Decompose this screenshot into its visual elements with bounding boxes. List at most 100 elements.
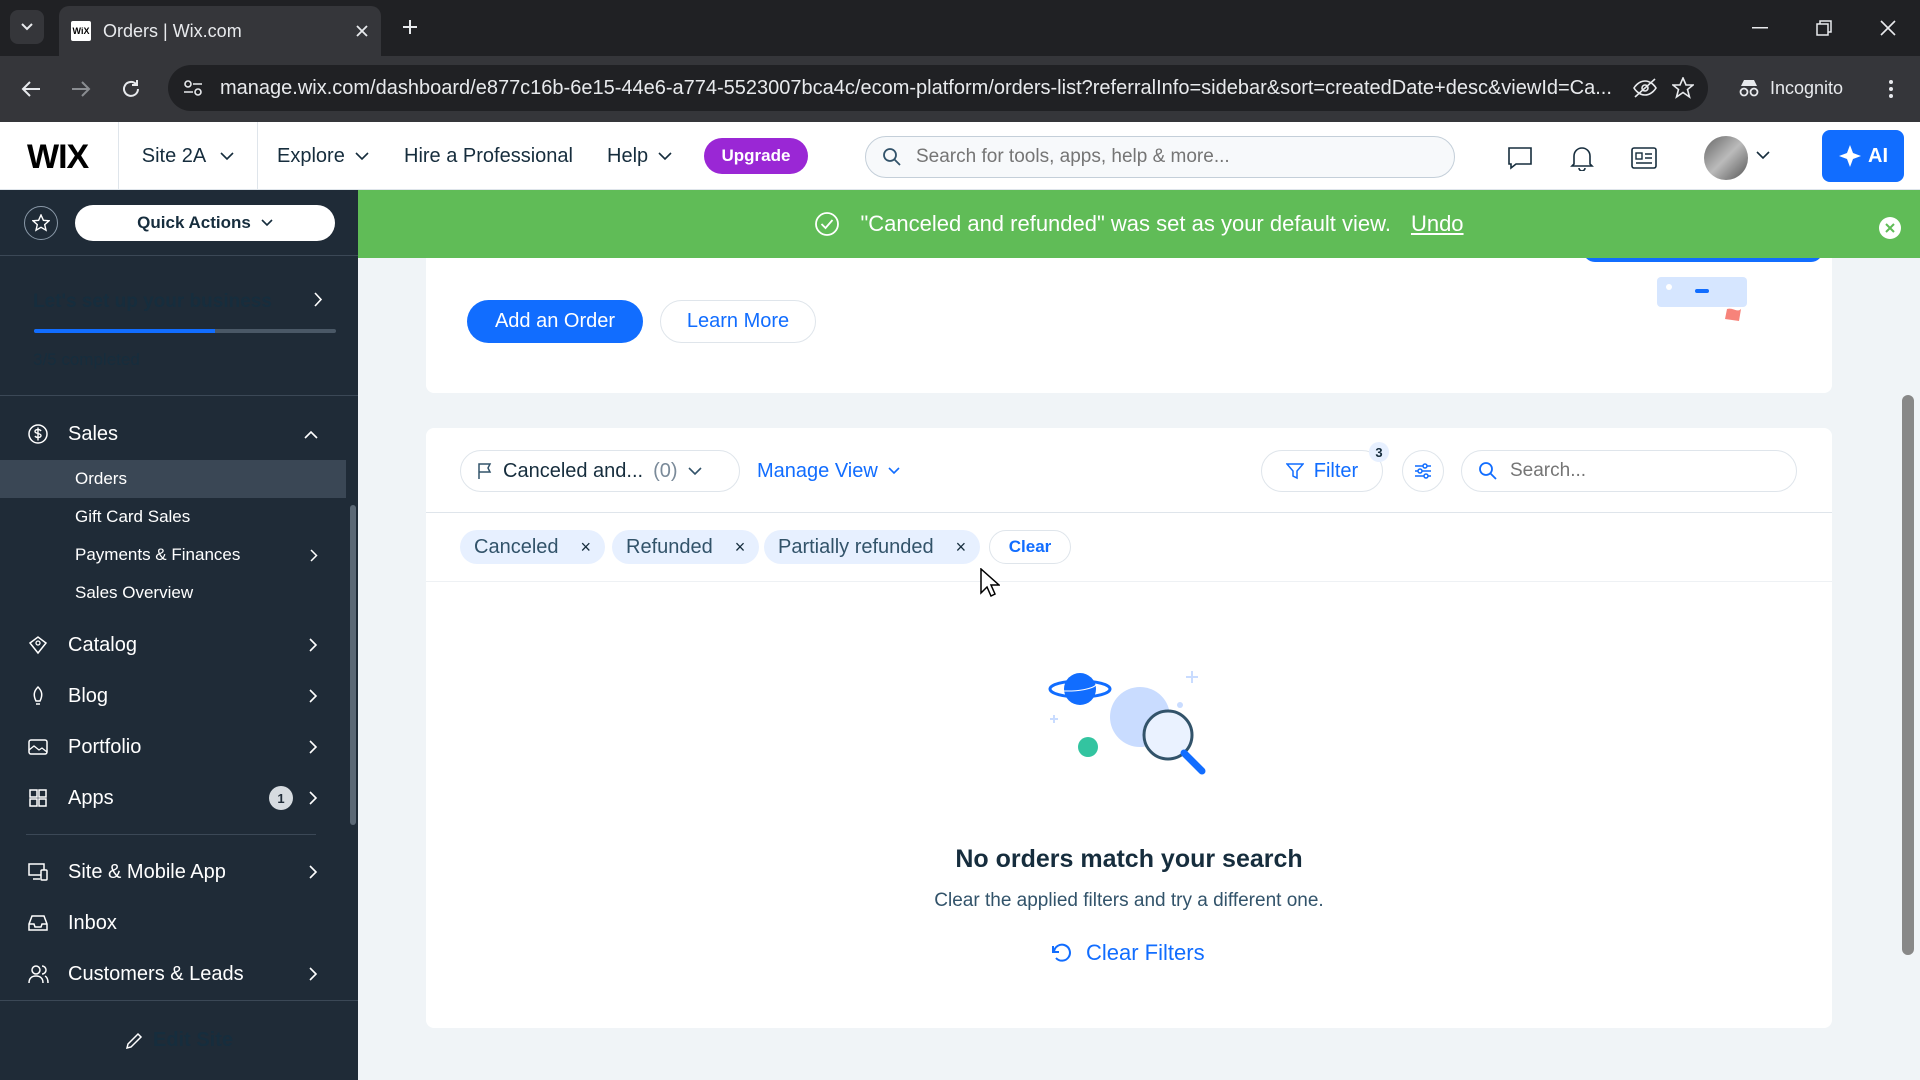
reload-button[interactable] bbox=[114, 72, 148, 106]
close-window-button[interactable] bbox=[1868, 10, 1908, 46]
minimize-button[interactable] bbox=[1740, 10, 1780, 46]
account-card-button[interactable] bbox=[1626, 140, 1662, 176]
wix-logo[interactable]: WIX bbox=[27, 138, 89, 177]
sidebar-item-blog[interactable]: Blog bbox=[0, 671, 358, 721]
filter-button[interactable]: Filter bbox=[1261, 450, 1383, 492]
promo-illustration bbox=[1655, 265, 1755, 323]
tab-search-button[interactable] bbox=[10, 10, 44, 44]
filter-chip-canceled[interactable]: Canceled × bbox=[460, 530, 606, 564]
sidebar-divider bbox=[0, 395, 358, 396]
sidebar-item-label: Portfolio bbox=[68, 735, 142, 758]
sidebar-divider bbox=[0, 255, 358, 256]
learn-more-button[interactable]: Learn More bbox=[660, 300, 816, 343]
restore-icon bbox=[1816, 20, 1832, 36]
devices-icon bbox=[26, 860, 50, 884]
undo-link[interactable]: Undo bbox=[1411, 211, 1464, 237]
view-selector[interactable]: Canceled and... (0) bbox=[460, 450, 740, 492]
setup-chevron[interactable] bbox=[314, 292, 323, 307]
chevron-right-icon bbox=[314, 292, 323, 307]
sidebar-item-site-mobile-app[interactable]: Site & Mobile App bbox=[0, 847, 358, 897]
sidebar-item-sales-overview[interactable]: Sales Overview bbox=[0, 574, 346, 612]
chevron-right-icon bbox=[309, 791, 318, 805]
help-menu[interactable]: Help bbox=[607, 122, 672, 190]
filter-chip-partially-refunded[interactable]: Partially refunded × bbox=[764, 530, 981, 564]
sidebar-item-portfolio[interactable]: Portfolio bbox=[0, 722, 358, 772]
chevron-right-icon bbox=[309, 967, 318, 981]
chat-icon bbox=[1508, 147, 1532, 170]
close-tab-icon[interactable] bbox=[355, 24, 369, 38]
setup-title[interactable]: Let's set up your business bbox=[33, 291, 272, 313]
avatar[interactable] bbox=[1704, 136, 1748, 180]
sidebar-item-apps[interactable]: Apps 1 bbox=[0, 773, 358, 823]
ai-assistant-button[interactable]: AI bbox=[1822, 130, 1904, 182]
sidebar-item-gift-card-sales[interactable]: Gift Card Sales bbox=[0, 498, 346, 536]
address-bar[interactable]: manage.wix.com/dashboard/e877c16b-6e15-4… bbox=[168, 65, 1708, 111]
hire-professional-link[interactable]: Hire a Professional bbox=[404, 122, 573, 190]
sidebar-item-label: Customers & Leads bbox=[68, 962, 244, 985]
incognito-indicator[interactable]: Incognito bbox=[1724, 66, 1864, 110]
chevron-right-icon bbox=[309, 689, 318, 703]
quick-actions-button[interactable]: Quick Actions bbox=[75, 205, 335, 241]
remove-chip-icon[interactable]: × bbox=[735, 537, 746, 558]
url-text: manage.wix.com/dashboard/e877c16b-6e15-4… bbox=[220, 76, 1612, 99]
sidebar-item-customers-leads[interactable]: Customers & Leads bbox=[0, 949, 358, 999]
search-icon bbox=[883, 148, 901, 166]
eye-off-icon[interactable] bbox=[1632, 77, 1658, 99]
explore-menu[interactable]: Explore bbox=[277, 122, 369, 190]
mouse-cursor bbox=[980, 568, 1000, 598]
chevron-right-icon bbox=[309, 740, 318, 754]
chevron-right-icon bbox=[309, 638, 318, 652]
catalog-icon bbox=[26, 633, 50, 657]
edit-site-label: Edit Site bbox=[152, 1029, 233, 1051]
sidebar-item-orders[interactable]: Orders bbox=[0, 460, 346, 498]
browser-tab[interactable]: WiX Orders | Wix.com bbox=[59, 6, 381, 56]
sidebar-item-payments-finances[interactable]: Payments & Finances bbox=[0, 536, 346, 574]
toast-message: "Canceled and refunded" was set as your … bbox=[860, 211, 1391, 236]
notifications-button[interactable] bbox=[1564, 140, 1600, 176]
new-tab-button[interactable] bbox=[397, 14, 423, 40]
forward-button[interactable] bbox=[64, 72, 98, 106]
sidebar-item-sales[interactable]: Sales bbox=[0, 409, 358, 459]
filter-count-badge: 3 bbox=[1369, 442, 1389, 462]
chevron-down-icon bbox=[355, 151, 369, 160]
customize-columns-button[interactable] bbox=[1402, 450, 1444, 492]
incognito-label: Incognito bbox=[1770, 77, 1844, 98]
help-label: Help bbox=[607, 144, 649, 167]
sliders-icon bbox=[1415, 463, 1431, 479]
browser-menu-button[interactable] bbox=[1874, 72, 1908, 106]
toast-close-button[interactable] bbox=[1879, 217, 1901, 239]
add-order-button[interactable]: Add an Order bbox=[467, 300, 643, 343]
sidebar-item-catalog[interactable]: Catalog bbox=[0, 620, 358, 670]
account-menu-chevron[interactable] bbox=[1756, 151, 1770, 160]
upgrade-button[interactable]: Upgrade bbox=[704, 138, 808, 174]
sidebar-item-label: Payments & Finances bbox=[75, 545, 241, 564]
sidebar-scrollbar[interactable] bbox=[350, 505, 356, 825]
remove-chip-icon[interactable]: × bbox=[956, 537, 967, 558]
apps-count-badge: 1 bbox=[269, 786, 293, 810]
filter-chip-refunded[interactable]: Refunded × bbox=[612, 530, 760, 564]
messages-button[interactable] bbox=[1502, 140, 1538, 176]
pencil-icon bbox=[125, 1032, 143, 1049]
main-scrollbar[interactable] bbox=[1902, 395, 1914, 955]
ai-label: AI bbox=[1868, 144, 1888, 167]
header-search[interactable] bbox=[865, 136, 1455, 178]
back-button[interactable] bbox=[14, 72, 48, 106]
clear-filters-button[interactable]: Clear Filters bbox=[1050, 938, 1205, 968]
restore-button[interactable] bbox=[1804, 10, 1844, 46]
manage-view-dropdown[interactable]: Manage View bbox=[757, 450, 900, 492]
orders-search[interactable] bbox=[1461, 450, 1797, 492]
chip-label: Refunded bbox=[626, 535, 713, 558]
remove-chip-icon[interactable]: × bbox=[581, 537, 592, 558]
orders-search-input[interactable] bbox=[1510, 460, 1780, 482]
favorites-button[interactable] bbox=[24, 206, 58, 240]
header-search-input[interactable] bbox=[916, 146, 1438, 168]
clear-chips-button[interactable]: Clear bbox=[989, 530, 1071, 564]
minimize-icon bbox=[1752, 27, 1768, 29]
tab-title: Orders | Wix.com bbox=[103, 20, 242, 41]
site-selector[interactable]: Site 2A bbox=[118, 122, 258, 190]
chevron-down-icon bbox=[658, 151, 672, 160]
bookmark-star-icon[interactable] bbox=[1672, 77, 1694, 99]
site-settings-icon[interactable] bbox=[182, 78, 204, 98]
sidebar-item-inbox[interactable]: Inbox bbox=[0, 898, 358, 948]
edit-site-button[interactable]: Edit Site bbox=[0, 1000, 358, 1080]
